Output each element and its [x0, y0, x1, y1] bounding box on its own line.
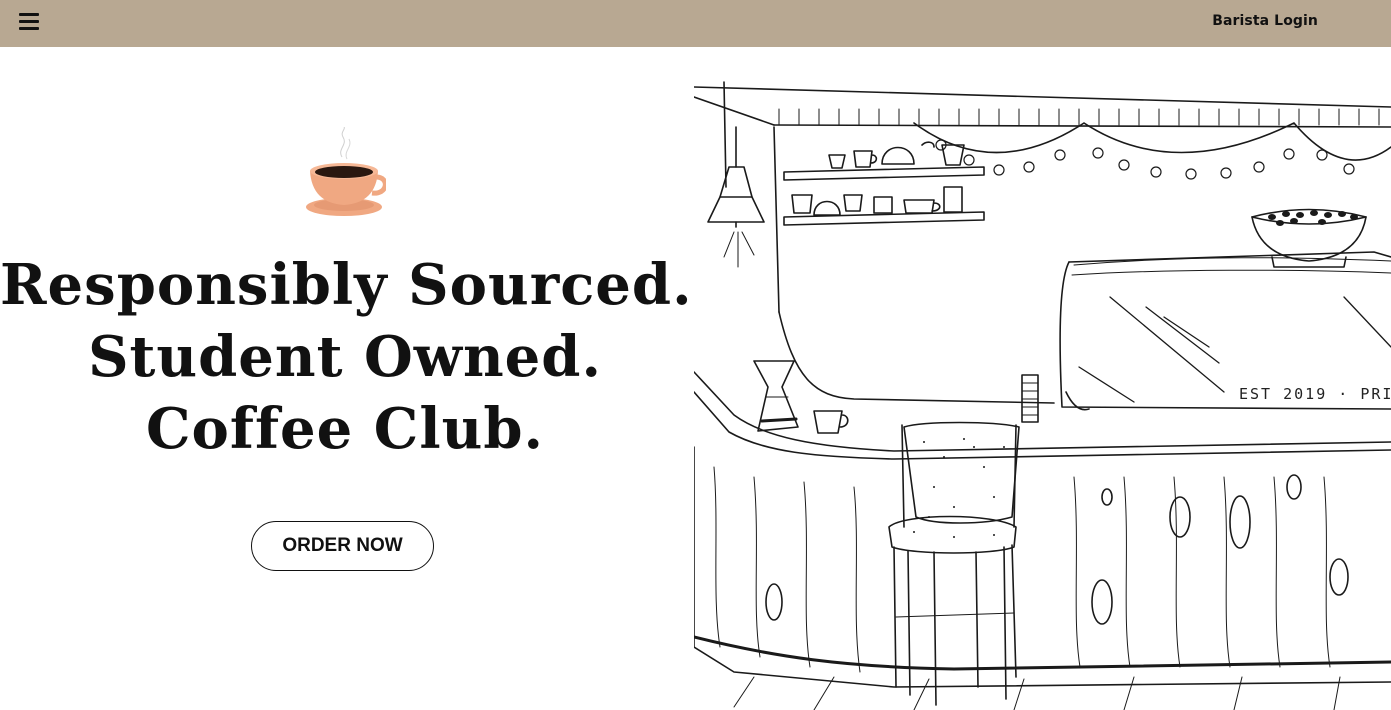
order-now-button[interactable]: ORDER NOW [251, 521, 434, 571]
hero-section: Responsibly Sourced. Student Owned. Coff… [0, 47, 694, 710]
top-nav-bar: Barista Login [0, 0, 1391, 47]
hero-headline: Responsibly Sourced. Student Owned. Coff… [0, 249, 693, 465]
hamburger-menu-icon[interactable] [19, 12, 39, 32]
headline-line-1: Responsibly Sourced. [0, 252, 693, 318]
barista-login-link[interactable]: Barista Login [1212, 13, 1318, 29]
headline-line-3: Coffee Club. [145, 396, 545, 462]
cafe-counter-illustration: EST 2019 · PRINCET [694, 47, 1391, 710]
coffee-cup-icon [306, 127, 386, 216]
sign-text: EST 2019 · PRINCET [1239, 385, 1391, 403]
headline-line-2: Student Owned. [88, 324, 602, 390]
